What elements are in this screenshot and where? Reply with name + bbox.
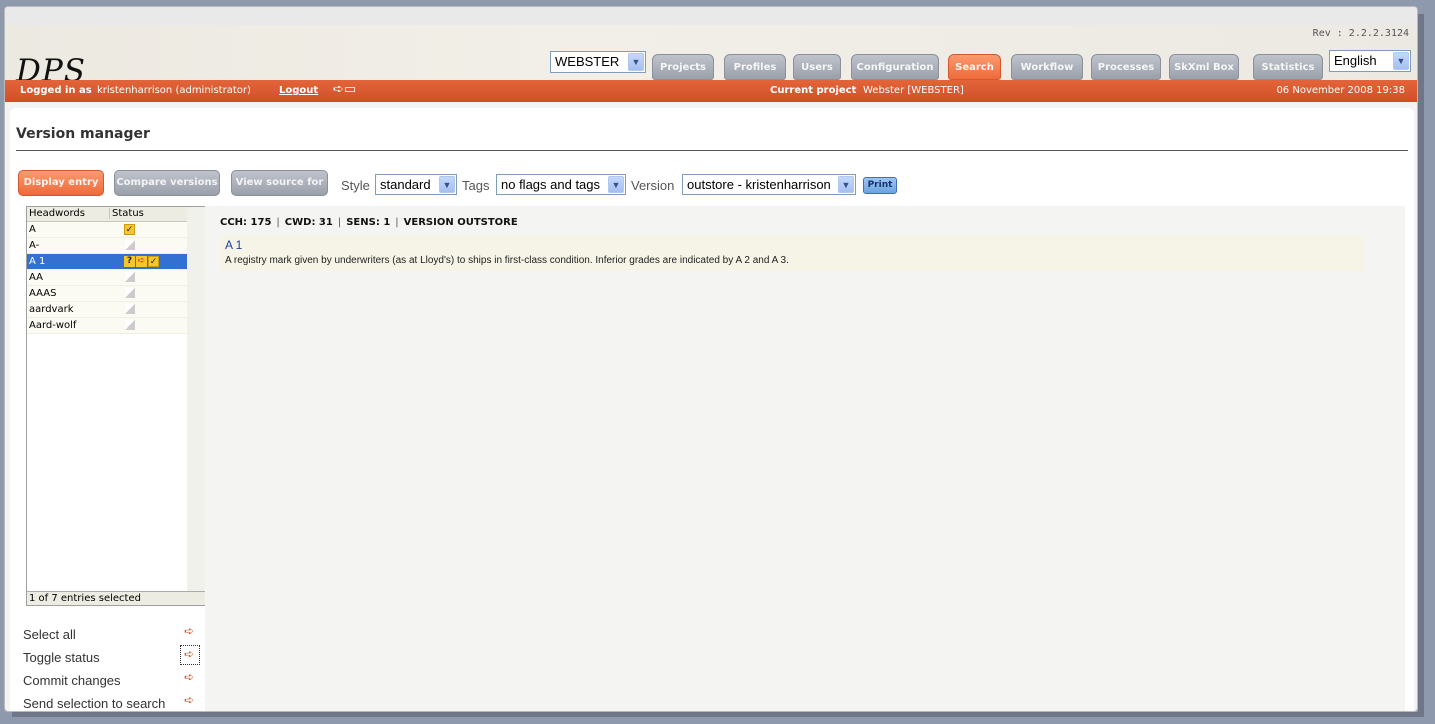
headword-label: AAAS (29, 288, 57, 299)
chevron-down-icon: ▼ (439, 176, 455, 193)
entry-headword: A 1 (225, 238, 243, 252)
headword-row[interactable]: AA (27, 270, 187, 286)
headword-row[interactable]: A ✓ (27, 222, 187, 238)
meta-version: VERSION OUTSTORE (403, 217, 518, 228)
status-bar: Logged in as kristenharrison (administra… (5, 80, 1417, 102)
entry-view-background (205, 206, 1405, 711)
style-select-value: standard (380, 177, 431, 192)
headword-label: AA (29, 272, 43, 283)
status-cell (124, 240, 135, 250)
version-select-value: outstore - kristenharrison (687, 177, 831, 192)
headword-row[interactable]: A 1? ➪ ✓ (27, 254, 187, 270)
entry-meta: CCH: 175 | CWD: 31 | SENS: 1 | VERSION OUTSTOR… (220, 217, 518, 228)
project-select-value: WEBSTER (555, 54, 620, 69)
print-button[interactable]: Print (863, 177, 897, 194)
meta-cwd: CWD: 31 (284, 217, 333, 228)
unmarked-status-icon[interactable] (125, 288, 135, 298)
language-select[interactable]: English ▼ (1329, 50, 1411, 72)
status-cell: ✓ (124, 224, 135, 235)
headword-row[interactable]: AAAS (27, 286, 187, 302)
nav-projects[interactable]: Projects (652, 54, 714, 80)
headword-list-header: Headwords Status (27, 207, 187, 222)
unmarked-status-icon[interactable] (125, 304, 135, 314)
nav-users[interactable]: Users (793, 54, 841, 80)
top-strip (5, 7, 1417, 25)
selection-count: 1 of 7 entries selected (27, 591, 205, 605)
title-divider (16, 150, 1408, 151)
version-label: Version (631, 178, 675, 193)
view-source-button[interactable]: View source for (231, 170, 328, 196)
column-status[interactable]: Status (109, 208, 144, 219)
unmarked-status-icon[interactable] (125, 240, 135, 250)
tags-select[interactable]: no flags and tags ▼ (496, 174, 626, 195)
nav-profiles[interactable]: Profiles (724, 54, 786, 80)
revision-label: Rev : 2.2.2.3124 (1312, 28, 1409, 39)
approved-check-icon[interactable]: ✓ (124, 224, 135, 235)
project-select[interactable]: WEBSTER ▼ (550, 51, 646, 73)
headword-row[interactable]: Aard-wolf (27, 318, 187, 334)
nav-statistics[interactable]: Statistics (1253, 54, 1323, 80)
main-content: Version manager Display entry Compare ve… (10, 108, 1414, 711)
arrow-right-icon[interactable]: ➪ (184, 671, 195, 683)
status-cell: ? ➪ ✓ (124, 256, 159, 267)
current-project: Webster [WEBSTER] (863, 85, 964, 96)
logout-link[interactable]: Logout (279, 85, 318, 96)
select-all-action[interactable]: Select all (23, 627, 76, 642)
chevron-down-icon: ▼ (608, 176, 624, 193)
commit-changes-action[interactable]: Commit changes (23, 673, 121, 688)
status-cell (124, 272, 135, 282)
meta-cch: CCH: 175 (220, 217, 272, 228)
headword-label: aardvark (29, 304, 74, 315)
language-select-value: English (1334, 53, 1377, 68)
toggle-status-action[interactable]: Toggle status (23, 650, 100, 665)
arrow-right-icon[interactable]: ➪ (184, 694, 195, 706)
headword-row[interactable]: A- (27, 238, 187, 254)
nav-search[interactable]: Search (948, 54, 1001, 80)
headword-label: A 1 (29, 256, 46, 267)
send-selection-action[interactable]: Send selection to search (23, 696, 165, 711)
headword-label: A- (29, 240, 40, 251)
headword-list: Headwords Status A ✓ A- A 1? ➪ ✓ AA AAAS aardvar… (26, 206, 205, 606)
arrow-right-icon[interactable]: ➪ (184, 648, 195, 660)
logged-in-user: kristenharrison (administrator) (97, 85, 251, 96)
status-cell (124, 288, 135, 298)
style-select[interactable]: standard ▼ (375, 174, 457, 195)
datetime: 06 November 2008 19:38 (1276, 85, 1405, 96)
headword-row[interactable]: aardvark (27, 302, 187, 318)
chevron-down-icon: ▼ (838, 176, 854, 193)
question-icon[interactable]: ? (124, 256, 135, 267)
app-window: DPS Rev : 2.2.2.3124 WEBSTER ▼ Projects … (4, 6, 1418, 712)
version-select[interactable]: outstore - kristenharrison ▼ (682, 174, 856, 195)
status-cell (124, 320, 135, 330)
compare-versions-button[interactable]: Compare versions (114, 170, 220, 196)
arrow-right-icon[interactable]: ➪ (184, 625, 195, 637)
tags-select-value: no flags and tags (501, 177, 601, 192)
entry-display: A 1 A registry mark given by underwriter… (220, 235, 1365, 271)
page-title: Version manager (16, 126, 150, 142)
tags-label: Tags (462, 178, 490, 193)
column-headwords[interactable]: Headwords (29, 208, 85, 219)
current-project-label: Current project (770, 85, 857, 96)
nav-workflow[interactable]: Workflow (1011, 54, 1083, 80)
unmarked-status-icon[interactable] (125, 320, 135, 330)
switch-window-icon[interactable]: ➪▭ (333, 82, 356, 97)
status-cell (124, 304, 135, 314)
style-label: Style (341, 178, 370, 193)
nav-configuration[interactable]: Configuration (851, 54, 939, 80)
unmarked-status-icon[interactable] (125, 272, 135, 282)
headword-label: Aard-wolf (29, 320, 77, 331)
display-entry-button[interactable]: Display entry (18, 170, 104, 196)
chevron-down-icon: ▼ (1393, 52, 1409, 70)
entry-definition: A registry mark given by underwriters (a… (225, 255, 789, 266)
arrow-right-icon[interactable]: ➪ (136, 256, 147, 267)
headword-list-scrollbar[interactable] (187, 207, 205, 591)
nav-processes[interactable]: Processes (1091, 54, 1161, 80)
approved-check-icon[interactable]: ✓ (148, 256, 159, 267)
meta-sens: SENS: 1 (346, 217, 391, 228)
chevron-down-icon: ▼ (628, 53, 644, 71)
nav-skxml-box[interactable]: SkXml Box (1169, 54, 1239, 80)
logged-in-label: Logged in as (20, 85, 92, 96)
headword-label: A (29, 224, 36, 235)
